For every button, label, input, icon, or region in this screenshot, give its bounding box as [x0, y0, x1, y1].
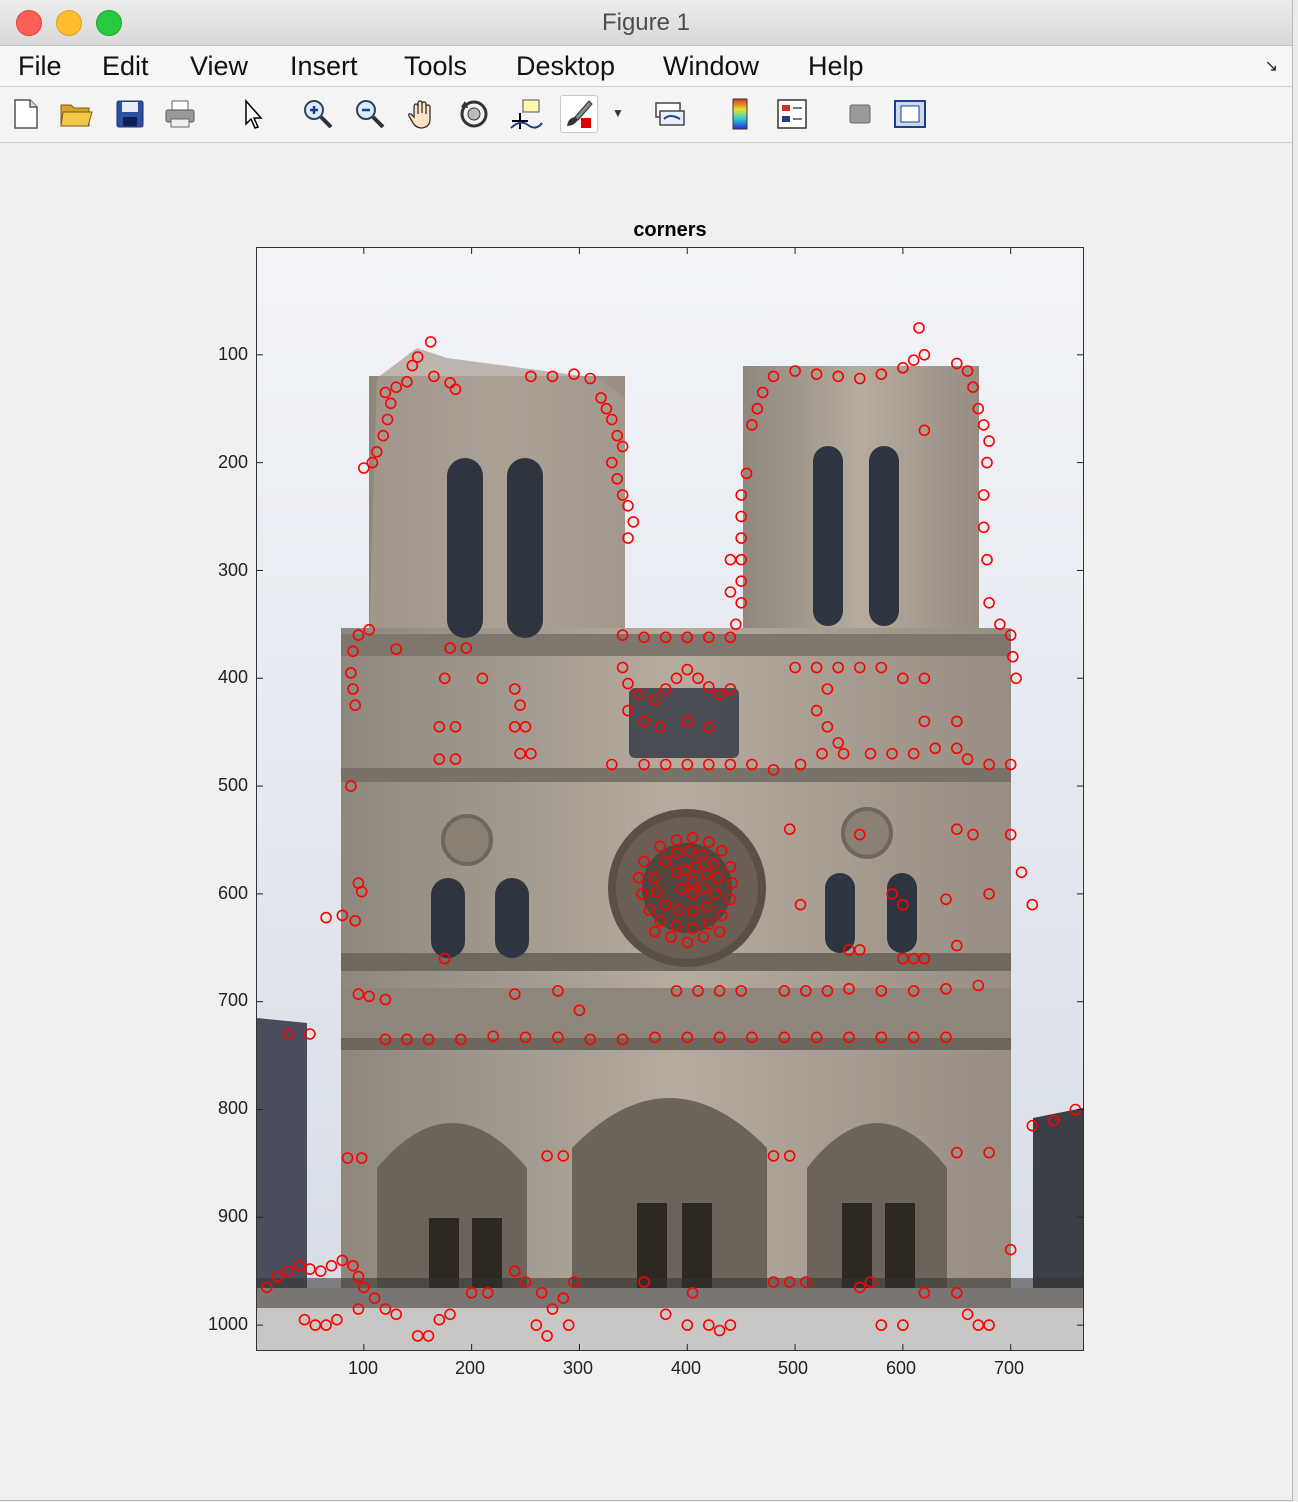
window-title: Figure 1 — [601, 9, 691, 36]
y-tick-label: 800 — [217, 1098, 248, 1118]
axes-title: corners — [633, 219, 707, 241]
menu-edit[interactable]: Edit — [102, 51, 149, 82]
data-cursor-icon[interactable] — [508, 96, 544, 132]
menu-view[interactable]: View — [190, 51, 248, 82]
y-tick-label: 300 — [217, 560, 248, 580]
y-tick-label: 600 — [217, 883, 248, 903]
x-tick-label: 200 — [454, 1358, 486, 1378]
y-tick-label: 1000 — [207, 1314, 248, 1334]
x-tick-label: 600 — [885, 1358, 917, 1378]
menu-bar: File Edit View Insert Tools Desktop Wind… — [0, 46, 1292, 87]
x-tick-label: 100 — [347, 1358, 379, 1378]
print-icon[interactable] — [162, 96, 198, 132]
chevron-down-icon[interactable]: ▼ — [612, 106, 624, 120]
figure-toolbar: ▼ — [0, 87, 1292, 143]
title-bar[interactable]: Figure 1 — [0, 0, 1292, 46]
cathedral-photo — [257, 248, 1083, 1350]
menu-file[interactable]: File — [18, 51, 62, 82]
brush-icon[interactable] — [560, 95, 598, 133]
colorbar-icon[interactable] — [722, 96, 758, 132]
open-file-icon[interactable] — [58, 96, 94, 132]
menu-tools[interactable]: Tools — [404, 51, 467, 82]
y-tick-label: 500 — [217, 775, 248, 795]
menu-window[interactable]: Window — [663, 51, 759, 82]
zoom-in-icon[interactable] — [300, 96, 336, 132]
hide-plot-tools-icon[interactable] — [842, 96, 878, 132]
y-tick-label: 400 — [217, 667, 248, 687]
x-tick-label: 500 — [777, 1358, 809, 1378]
menu-help[interactable]: Help — [808, 51, 864, 82]
zoom-out-icon[interactable] — [352, 96, 388, 132]
y-tick-label: 900 — [217, 1206, 248, 1226]
image-axes[interactable] — [256, 247, 1084, 1351]
x-tick-label: 700 — [993, 1358, 1025, 1378]
dock-figure-icon[interactable]: ↘ — [1265, 56, 1278, 76]
save-icon[interactable] — [112, 96, 148, 132]
link-plot-icon[interactable] — [652, 96, 688, 132]
rotate-3d-icon[interactable] — [456, 96, 492, 132]
figure-window: Figure 1 File Edit View Insert Tools Des… — [0, 0, 1293, 1501]
y-tick-label: 700 — [217, 990, 248, 1010]
x-tick-label: 400 — [670, 1358, 702, 1378]
pan-icon[interactable] — [404, 96, 440, 132]
x-tick-label: 300 — [562, 1358, 594, 1378]
y-tick-label: 100 — [217, 344, 248, 364]
y-tick-label: 200 — [217, 452, 248, 472]
show-plot-tools-icon[interactable] — [892, 96, 928, 132]
menu-insert[interactable]: Insert — [290, 51, 358, 82]
legend-icon[interactable] — [774, 96, 810, 132]
menu-desktop[interactable]: Desktop — [516, 51, 615, 82]
new-figure-icon[interactable] — [8, 96, 44, 132]
pointer-icon[interactable] — [234, 96, 270, 132]
